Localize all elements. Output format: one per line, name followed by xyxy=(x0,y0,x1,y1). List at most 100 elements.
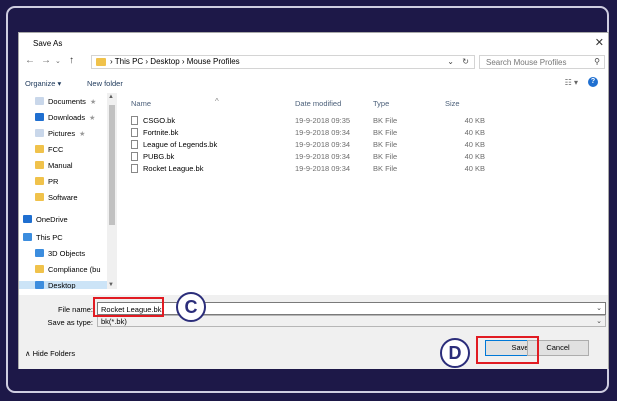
nav-item-label: Downloads xyxy=(48,113,86,122)
help-icon[interactable]: ? xyxy=(588,77,598,87)
file-size: 40 KB xyxy=(464,116,485,125)
nav-item-label: Desktop xyxy=(48,281,76,289)
column-header-type[interactable]: Type xyxy=(373,99,389,108)
file-icon xyxy=(131,152,138,161)
file-name: Rocket League.bk xyxy=(143,164,204,173)
savetype-select[interactable]: bk(*.bk) ⌄ xyxy=(97,315,606,327)
file-size: 40 KB xyxy=(464,128,485,137)
file-type: BK File xyxy=(373,152,398,161)
file-row[interactable]: Fortnite.bk 19-9-2018 09:34 BK File 40 KB xyxy=(123,128,503,139)
folder-icon xyxy=(35,161,44,169)
navigation-pane: Documents ★ Downloads ★ Pictures ★ FCC Manual PR… xyxy=(19,93,117,289)
nav-item-label: Compliance (bu xyxy=(48,265,101,274)
back-arrow-icon[interactable]: ← xyxy=(25,55,35,66)
file-date: 19-9-2018 09:34 xyxy=(295,128,351,137)
nav-item[interactable]: PR xyxy=(35,177,58,189)
cube-icon xyxy=(35,249,44,257)
file-type: BK File xyxy=(373,116,398,125)
file-date: 19-9-2018 09:34 xyxy=(295,140,351,149)
forward-arrow-icon[interactable]: → xyxy=(41,55,51,66)
nav-item[interactable]: Pictures ★ xyxy=(35,129,85,141)
column-header-date[interactable]: Date modified xyxy=(295,99,341,108)
download-icon xyxy=(35,113,44,121)
file-list: Name ^ Date modified Type Size CSGO.bk 19-… xyxy=(123,93,607,289)
nav-item[interactable]: Software xyxy=(35,193,78,205)
address-bar[interactable]: › This PC › Desktop › Mouse Profiles ⌄ ↻ xyxy=(91,55,475,69)
pictures-icon xyxy=(35,129,44,137)
file-name: PUBG.bk xyxy=(143,152,175,161)
organize-menu[interactable]: Organize ▾ xyxy=(25,79,61,88)
hide-folders-toggle[interactable]: ∧ Hide Folders xyxy=(25,349,75,358)
nav-item-label: 3D Objects xyxy=(48,249,86,258)
callout-badge-c: C xyxy=(176,292,206,322)
chevron-down-icon[interactable]: ⌄ xyxy=(447,57,454,66)
close-icon[interactable]: ✕ xyxy=(595,36,604,49)
file-row[interactable]: PUBG.bk 19-9-2018 09:34 BK File 40 KB xyxy=(123,152,503,163)
nav-item[interactable]: Desktop xyxy=(19,281,107,289)
nav-item[interactable]: 3D Objects xyxy=(35,249,85,261)
folder-icon xyxy=(35,265,44,273)
up-arrow-icon[interactable]: ↑ xyxy=(69,55,74,66)
scroll-down-icon[interactable]: ▼ xyxy=(108,282,114,288)
nav-item[interactable]: OneDrive xyxy=(23,215,68,227)
file-type: BK File xyxy=(373,164,398,173)
file-row[interactable]: Rocket League.bk 19-9-2018 09:34 BK File 40… xyxy=(123,164,503,175)
file-type: BK File xyxy=(373,128,398,137)
file-name: Fortnite.bk xyxy=(143,128,179,137)
file-size: 40 KB xyxy=(464,140,485,149)
file-date: 19-9-2018 09:34 xyxy=(295,164,351,173)
file-size: 40 KB xyxy=(464,152,485,161)
file-date: 19-9-2018 09:34 xyxy=(295,152,351,161)
search-input[interactable]: Search Mouse Profiles ⚲ xyxy=(479,55,605,69)
file-icon xyxy=(131,140,138,149)
title-bar: Save As ✕ xyxy=(19,33,608,51)
nav-item[interactable]: This PC xyxy=(23,233,63,245)
file-type: BK File xyxy=(373,140,398,149)
filename-label: File name: xyxy=(57,305,93,314)
navigation-row: ← → ⌄ ↑ › This PC › Desktop › Mouse Prof… xyxy=(19,53,608,71)
nav-item-label: Pictures xyxy=(48,129,76,138)
chevron-down-icon[interactable]: ⌄ xyxy=(596,304,602,312)
search-placeholder: Search Mouse Profiles xyxy=(486,58,567,67)
filename-highlight-box xyxy=(93,297,164,317)
savetype-label: Save as type: xyxy=(47,318,93,327)
new-folder-button[interactable]: New folder xyxy=(87,79,123,88)
nav-item-label: This PC xyxy=(36,233,63,242)
dialog-title: Save As xyxy=(33,39,63,48)
pin-icon: ★ xyxy=(89,99,97,106)
save-highlight-box xyxy=(476,336,539,364)
nav-item-label: Software xyxy=(48,193,78,202)
nav-item[interactable]: Manual xyxy=(35,161,73,173)
file-icon xyxy=(131,116,138,125)
folder-icon xyxy=(96,58,106,66)
nav-item[interactable]: Compliance (bu xyxy=(35,265,101,277)
nav-item[interactable]: Documents ★ xyxy=(35,97,96,109)
breadcrumb: › This PC › Desktop › Mouse Profiles xyxy=(110,57,240,66)
nav-item[interactable]: Downloads ★ xyxy=(35,113,95,125)
column-header-name[interactable]: Name ^ xyxy=(131,97,219,108)
column-header-size[interactable]: Size xyxy=(445,99,460,108)
nav-item-label: Documents xyxy=(48,97,86,106)
callout-badge-d: D xyxy=(440,338,470,368)
file-row[interactable]: League of Legends.bk 19-9-2018 09:34 BK Fi… xyxy=(123,140,503,151)
refresh-icon[interactable]: ↻ xyxy=(462,57,469,66)
file-size: 40 KB xyxy=(464,164,485,173)
folder-icon xyxy=(35,193,44,201)
sort-caret-icon: ^ xyxy=(215,97,219,106)
scroll-up-icon[interactable]: ▲ xyxy=(108,94,114,100)
nav-item-label: PR xyxy=(48,177,59,186)
nav-scrollbar[interactable]: ▲ ▼ xyxy=(107,93,117,289)
view-options-icon[interactable]: ☷ ▾ xyxy=(565,78,578,87)
filename-input[interactable]: Rocket League.bk ⌄ xyxy=(97,302,606,315)
chevron-down-icon[interactable]: ⌄ xyxy=(596,317,602,325)
search-icon: ⚲ xyxy=(594,57,600,66)
scrollbar-thumb[interactable] xyxy=(109,105,115,225)
nav-item-label: OneDrive xyxy=(36,215,68,224)
nav-item[interactable]: FCC xyxy=(35,145,63,157)
file-row[interactable]: CSGO.bk 19-9-2018 09:35 BK File 40 KB xyxy=(123,116,503,127)
file-date: 19-9-2018 09:35 xyxy=(295,116,351,125)
nav-item-label: Manual xyxy=(48,161,73,170)
cloud-icon xyxy=(23,215,32,223)
recent-chevron-icon[interactable]: ⌄ xyxy=(55,57,61,65)
folder-icon xyxy=(35,145,44,153)
